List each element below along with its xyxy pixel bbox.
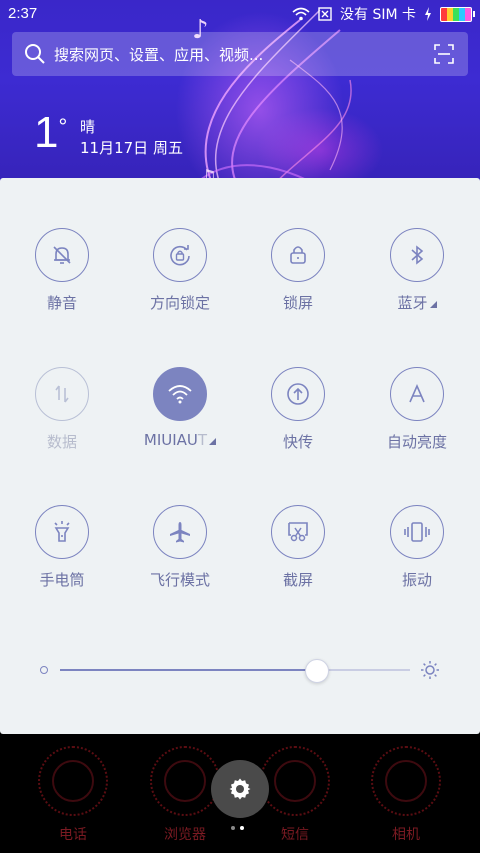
quick-settings-panel: 静音 方向锁定 锁屏 蓝牙 数据 MIUIAUT 快传 自动亮度 手电筒 飞行模… bbox=[0, 178, 480, 734]
screenshot-icon bbox=[288, 522, 308, 542]
weather-condition: 晴 bbox=[80, 118, 96, 136]
status-time: 2:37 bbox=[8, 5, 38, 22]
tile-label-with-menu: MIUIAUT bbox=[125, 431, 235, 449]
status-bar: 2:37 没有 SIM 卡 bbox=[0, 0, 480, 28]
tile-label: 静音 bbox=[46, 294, 77, 312]
dock-label: 相机 bbox=[392, 827, 420, 843]
tile-rotation-lock[interactable]: 方向锁定 bbox=[125, 228, 235, 313]
tile-label: 数据 bbox=[46, 433, 77, 451]
search-input[interactable]: 搜索网页、设置、应用、视频... bbox=[54, 44, 263, 65]
tile-label-with-menu: 蓝牙 bbox=[362, 292, 472, 313]
wallpaper: ♪ ♫ bbox=[0, 0, 480, 200]
tile-flashlight[interactable]: 手电筒 bbox=[7, 505, 117, 590]
quick-transfer-icon bbox=[287, 383, 309, 405]
rotation-lock-icon bbox=[170, 245, 190, 266]
dock-app-phone[interactable]: 电话 bbox=[33, 746, 113, 844]
dock-app-camera[interactable]: 相机 bbox=[366, 746, 446, 844]
brightness-track[interactable] bbox=[60, 659, 410, 683]
tile-label: 锁屏 bbox=[282, 294, 313, 312]
tile-quick-transfer-button[interactable] bbox=[271, 367, 325, 421]
tile-auto-brightness-button[interactable] bbox=[390, 367, 444, 421]
tile-label: 快传 bbox=[282, 433, 313, 451]
brightness-thumb[interactable] bbox=[304, 659, 329, 683]
weather-temperature[interactable]: 1° bbox=[34, 108, 67, 158]
messages-icon bbox=[260, 746, 330, 816]
page-indicator bbox=[231, 826, 244, 830]
dock-label: 电话 bbox=[59, 827, 87, 843]
browser-icon bbox=[150, 746, 220, 816]
page-dot-active bbox=[240, 826, 244, 830]
status-icons: 没有 SIM 卡 bbox=[292, 4, 475, 24]
wallpaper-swirl-graphic: ♪ ♫ bbox=[192, 9, 352, 200]
tile-quick-transfer[interactable]: 快传 bbox=[243, 367, 353, 452]
tile-bluetooth-button[interactable] bbox=[390, 228, 444, 282]
temperature-value: 1 bbox=[34, 108, 59, 157]
carrier-text: 没有 SIM 卡 bbox=[340, 7, 416, 23]
tile-auto-brightness[interactable]: 自动亮度 bbox=[362, 367, 472, 452]
page-dot bbox=[231, 826, 235, 830]
weather-date: 11月17日 周五 bbox=[80, 139, 183, 157]
tile-airplane-mode-button[interactable] bbox=[153, 505, 207, 559]
brightness-slider[interactable] bbox=[40, 658, 440, 683]
tile-rotation-lock-button[interactable] bbox=[153, 228, 207, 282]
wifi-network-name-fade: T bbox=[197, 431, 208, 449]
tile-label-text: 蓝牙 bbox=[397, 294, 428, 312]
bluetooth-icon bbox=[411, 245, 424, 265]
charging-icon bbox=[425, 7, 431, 21]
tile-label: 飞行模式 bbox=[149, 571, 210, 589]
brightness-high-icon bbox=[421, 661, 439, 679]
tile-label: 振动 bbox=[401, 571, 432, 589]
brightness-fill bbox=[60, 669, 316, 671]
tile-flashlight-button[interactable] bbox=[35, 505, 89, 559]
dock-label: 浏览器 bbox=[164, 827, 206, 843]
scan-icon[interactable] bbox=[434, 44, 454, 64]
wifi-icon bbox=[292, 7, 310, 21]
tile-screenshot[interactable]: 截屏 bbox=[243, 505, 353, 590]
gear-icon bbox=[229, 778, 251, 800]
airplane-icon bbox=[170, 522, 190, 543]
phone-icon bbox=[38, 746, 108, 816]
flashlight-icon bbox=[54, 521, 70, 542]
wifi-network-name: MIUIAU bbox=[143, 431, 198, 449]
search-bar[interactable]: 搜索网页、设置、应用、视频... bbox=[12, 32, 468, 76]
tile-wifi-button[interactable] bbox=[153, 367, 207, 421]
tile-label: 截屏 bbox=[282, 571, 313, 589]
tile-lock-screen-button[interactable] bbox=[271, 228, 325, 282]
battery-icon bbox=[440, 6, 475, 22]
tile-airplane-mode[interactable]: 飞行模式 bbox=[125, 505, 235, 590]
wifi-icon bbox=[168, 385, 192, 404]
camera-icon bbox=[371, 746, 441, 816]
tile-mobile-data[interactable]: 数据 bbox=[7, 367, 117, 452]
menu-triangle-icon bbox=[429, 301, 437, 308]
tile-bluetooth[interactable]: 蓝牙 bbox=[362, 228, 472, 313]
tile-screenshot-button[interactable] bbox=[271, 505, 325, 559]
menu-triangle-icon bbox=[209, 438, 217, 445]
mobile-data-icon bbox=[55, 385, 69, 403]
tile-vibrate[interactable]: 振动 bbox=[362, 505, 472, 590]
silent-bell-icon bbox=[53, 246, 71, 264]
no-sim-icon bbox=[318, 7, 332, 21]
tile-silent-button[interactable] bbox=[35, 228, 89, 282]
settings-button[interactable] bbox=[211, 760, 269, 818]
search-icon bbox=[25, 44, 45, 64]
dock-label: 短信 bbox=[281, 827, 309, 843]
tile-lock-screen[interactable]: 锁屏 bbox=[243, 228, 353, 313]
degree-symbol: ° bbox=[58, 114, 68, 139]
vibrate-icon bbox=[404, 522, 430, 542]
tile-silent[interactable]: 静音 bbox=[7, 228, 117, 313]
tile-wifi[interactable]: MIUIAUT bbox=[125, 367, 235, 449]
tile-label: 方向锁定 bbox=[149, 294, 210, 312]
lock-icon bbox=[290, 246, 306, 264]
auto-brightness-icon bbox=[409, 384, 425, 403]
tile-vibrate-button[interactable] bbox=[390, 505, 444, 559]
brightness-low-icon bbox=[40, 666, 48, 674]
tile-label: 自动亮度 bbox=[386, 433, 447, 451]
tile-label: 手电筒 bbox=[39, 571, 85, 589]
tile-mobile-data-button[interactable] bbox=[35, 367, 89, 421]
